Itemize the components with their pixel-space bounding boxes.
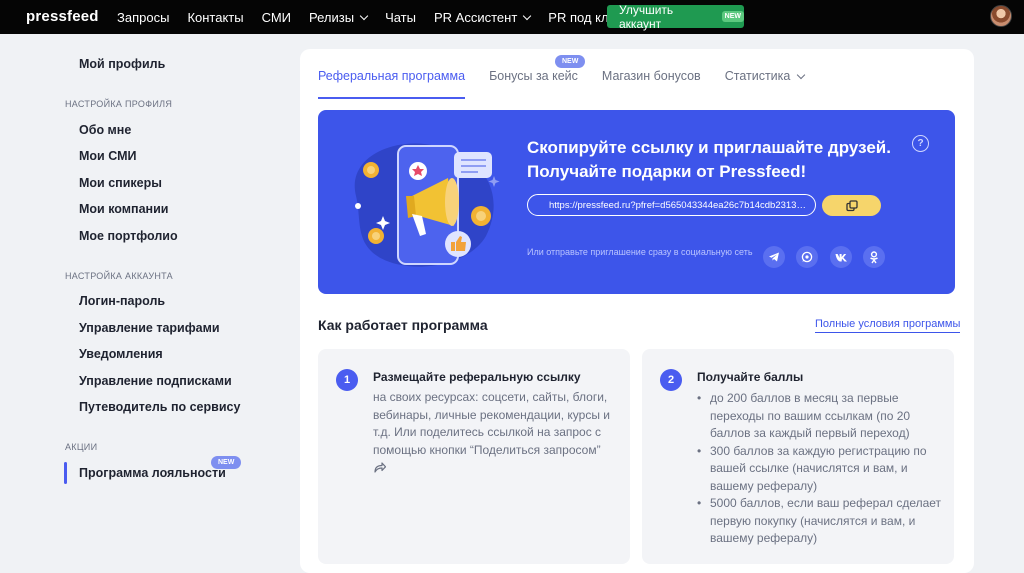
sidebar-item-my-portfolio[interactable]: Мое портфолио	[79, 229, 178, 243]
step-title: Размещайте реферальную ссылку	[373, 370, 581, 384]
sidebar-item-notifications[interactable]: Уведомления	[79, 347, 163, 361]
new-badge: NEW	[211, 456, 242, 469]
vk-glyph	[835, 253, 847, 261]
tab-label: Статистика	[724, 69, 791, 83]
step-title: Получайте баллы	[697, 370, 804, 384]
sidebar-item-my-profile[interactable]: Мой профиль	[79, 57, 165, 71]
telegram-glyph	[769, 252, 779, 262]
sidebar-heading-profile-settings: Настройка профиля	[65, 99, 173, 109]
sidebar-heading-promotions: Акции	[65, 442, 98, 452]
step-number: 1	[336, 369, 358, 391]
tab-label: Реферальная программа	[318, 69, 466, 83]
nav-item-media[interactable]: СМИ	[262, 10, 291, 25]
top-navigation-bar: pressfeed Запросы Контакты СМИ Релизы Ча…	[0, 0, 1024, 34]
step-text: на своих ресурсах: соцсети, сайты, блоги…	[373, 390, 611, 457]
sidebar-item-about-me[interactable]: Обо мне	[79, 123, 131, 137]
active-indicator	[64, 462, 67, 484]
upgrade-button-label: Улучшить аккаунт	[619, 2, 674, 31]
tab-bonus-shop[interactable]: Магазин бонусов	[602, 69, 701, 91]
whatsapp-glyph	[801, 251, 813, 263]
nav-item-requests[interactable]: Запросы	[117, 10, 169, 25]
sidebar-item-login-password[interactable]: Логин-пароль	[79, 294, 165, 308]
sidebar-item-service-guide[interactable]: Путеводитель по сервису	[79, 400, 240, 414]
step-card: 1 Размещайте реферальную ссылку на своих…	[318, 349, 630, 564]
nav-item-chats[interactable]: Чаты	[385, 10, 416, 25]
odnoklassniki-icon[interactable]	[863, 246, 885, 268]
nav-item-label: Контакты	[187, 9, 244, 25]
telegram-icon[interactable]	[763, 246, 785, 268]
nav-item-label: PR Ассистент	[434, 9, 518, 25]
sidebar-item-my-media[interactable]: Мои СМИ	[79, 149, 136, 163]
list-item: 5000 баллов, если ваш реферал сделает пе…	[697, 495, 942, 548]
step-number: 2	[660, 369, 682, 391]
nav-item-label: Релизы	[309, 9, 355, 25]
megaphone-phone-illustration	[354, 143, 500, 267]
sidebar-heading-account-settings: Настройка аккаунта	[65, 271, 173, 281]
chevron-down-icon	[359, 11, 369, 20]
help-icon[interactable]: ?	[912, 135, 929, 152]
tab-label: Бонусы за кейс	[489, 69, 578, 83]
sidebar-item-my-speakers[interactable]: Мои спикеры	[79, 176, 162, 190]
step-card: 2 Получайте баллы до 200 баллов в месяц …	[642, 349, 954, 564]
vk-icon[interactable]	[830, 246, 852, 268]
referral-banner: Скопируйте ссылку и приглашайте друзей. …	[318, 110, 955, 294]
sidebar-item-loyalty-program[interactable]: Программа лояльности	[79, 466, 226, 480]
section-title: Как работает программа	[318, 317, 488, 333]
new-badge: NEW	[721, 11, 744, 22]
tab-label: Магазин бонусов	[601, 69, 701, 83]
nav-item-label: СМИ	[261, 9, 292, 25]
sidebar-item-manage-plans[interactable]: Управление тарифами	[79, 321, 220, 335]
nav-item-label: Чаты	[385, 9, 416, 25]
whatsapp-icon[interactable]	[796, 246, 818, 268]
banner-title: Скопируйте ссылку и приглашайте друзей. …	[527, 136, 907, 184]
banner-title-line-2: Получайте подарки от Pressfeed!	[527, 162, 807, 181]
share-hint-text: Или отправьте приглашение сразу в социал…	[527, 247, 753, 257]
share-arrow-icon[interactable]	[374, 462, 386, 473]
tab-statistics[interactable]: Статистика	[724, 69, 806, 91]
pressfeed-logo[interactable]: pressfeed	[26, 8, 99, 25]
nav-item-releases[interactable]: Релизы	[309, 9, 369, 25]
nav-item-pr-assistant[interactable]: PR Ассистент	[434, 9, 532, 25]
chevron-down-icon	[797, 70, 806, 79]
list-item: 300 баллов за каждую регистрацию по ваше…	[697, 443, 942, 496]
banner-title-line-1: Скопируйте ссылку и приглашайте друзей.	[527, 138, 891, 157]
referral-link-field[interactable]: https://pressfeed.ru?pfref=d565043344ea2…	[527, 194, 816, 216]
user-avatar[interactable]	[990, 5, 1012, 27]
full-terms-link[interactable]: Полные условия программы	[815, 318, 961, 333]
sidebar-item-manage-subscriptions[interactable]: Управление подписками	[79, 374, 232, 388]
upgrade-account-button[interactable]: Улучшить аккаунт NEW	[607, 2, 744, 31]
tab-case-bonuses[interactable]: Бонусы за кейс	[489, 69, 578, 91]
nav-item-label: Запросы	[117, 9, 170, 25]
new-badge: NEW	[555, 55, 586, 68]
chevron-down-icon	[523, 11, 532, 20]
odnoklassniki-glyph	[870, 250, 878, 263]
main-nav: Запросы Контакты СМИ Релизы Чаты PR Асси…	[117, 0, 656, 34]
sidebar-item-my-companies[interactable]: Мои компании	[79, 202, 168, 216]
tabs: Реферальная программа Бонусы за кейс Маг…	[318, 69, 828, 99]
settings-sidebar: Мой профиль Настройка профиля Обо мне Мо…	[0, 34, 300, 573]
copy-link-button[interactable]	[822, 195, 881, 216]
nav-item-contacts[interactable]: Контакты	[187, 10, 243, 25]
step-bullet-list: до 200 баллов в месяц за первые переходы…	[697, 390, 942, 548]
tab-referral-program[interactable]: Реферальная программа	[318, 69, 466, 99]
main-content-card: Реферальная программа Бонусы за кейс Маг…	[300, 49, 974, 573]
copy-icon	[845, 199, 858, 211]
list-item: до 200 баллов в месяц за первые переходы…	[697, 390, 942, 443]
